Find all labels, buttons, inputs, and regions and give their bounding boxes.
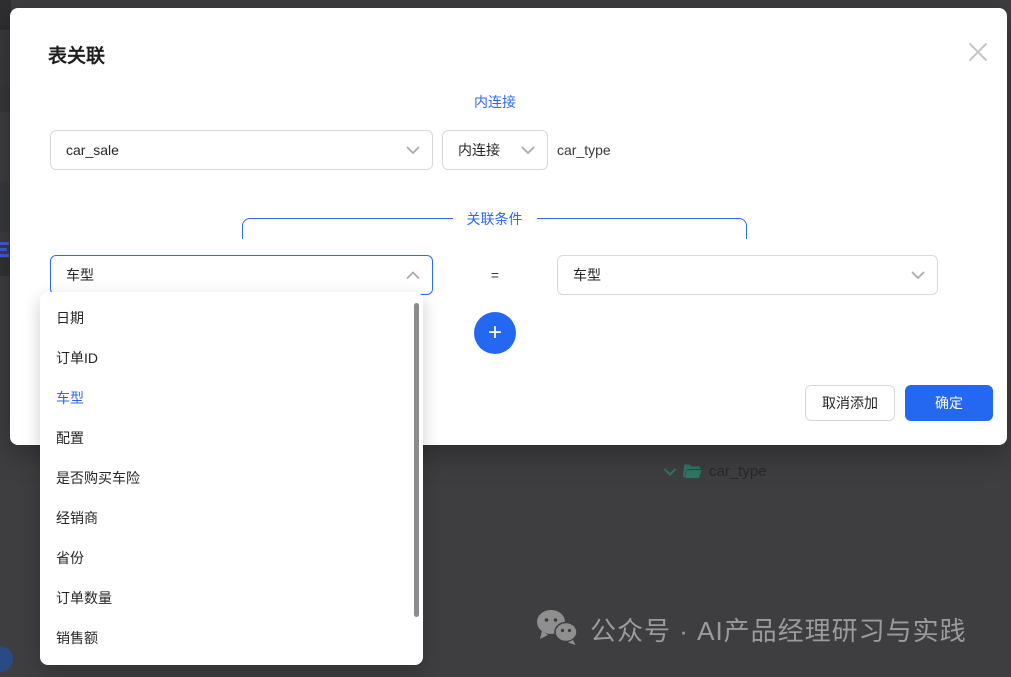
target-table-label: car_type [557,130,611,170]
source-table-select[interactable]: car_sale [50,130,433,170]
dropdown-option-label: 订单数量 [56,590,112,606]
dropdown-scrollbar[interactable] [414,303,419,617]
field-dropdown-panel: 日期 订单ID 车型 配置 是否购买车险 经销商 省份 订单数量 销售额 [40,292,423,665]
right-field-value: 车型 [573,265,911,285]
equals-operator: = [470,255,520,295]
confirm-button[interactable]: 确定 [905,385,993,421]
join-condition-legend: 关联条件 [453,209,537,229]
dropdown-option-label: 订单ID [56,350,98,366]
background-clipped-text [0,239,9,259]
chevron-down-icon [406,146,420,155]
chevron-up-icon [406,271,420,280]
dropdown-option-label: 省份 [56,550,84,566]
dropdown-option-label: 是否购买车险 [56,470,140,486]
watermark: 公众号 · AI产品经理研习与实践 [536,609,967,650]
dropdown-option-label: 车型 [56,390,84,406]
dropdown-option[interactable]: 销售额 [40,618,423,658]
folder-open-icon [683,464,702,479]
dropdown-option[interactable]: 车型 [40,378,423,418]
dropdown-option[interactable]: 配置 [40,418,423,458]
tree-item-label: car_type [709,463,767,480]
watermark-text: 公众号 · AI产品经理研习与实践 [590,611,967,648]
chevron-down-icon [664,468,676,476]
join-type-link[interactable]: 内连接 [50,92,940,112]
wechat-icon [536,609,578,650]
right-field-select[interactable]: 车型 [557,255,938,295]
dropdown-option[interactable]: 经销商 [40,498,423,538]
dropdown-option[interactable]: 日期 [40,298,423,338]
dropdown-option[interactable]: 订单数量 [40,578,423,618]
chevron-down-icon [521,146,535,155]
join-condition-group: 关联条件 [242,218,747,239]
background-tree-item-car-type: car_type [664,463,767,480]
field-dropdown-list: 日期 订单ID 车型 配置 是否购买车险 经销商 省份 订单数量 销售额 [40,298,423,658]
dropdown-option-label: 销售额 [56,630,98,646]
left-field-select[interactable]: 车型 [50,255,433,295]
cancel-button[interactable]: 取消添加 [805,385,895,421]
join-type-select[interactable]: 内连接 [442,130,548,170]
source-table-value: car_sale [66,142,406,158]
screen: car_type 公众号 · AI产品经理研习与实践 表关联 内连接 car_s… [0,0,1011,677]
add-condition-button[interactable]: + [474,312,516,354]
join-type-value: 内连接 [458,140,521,160]
dropdown-option[interactable]: 是否购买车险 [40,458,423,498]
close-icon[interactable] [958,32,998,72]
dropdown-option-label: 经销商 [56,510,98,526]
dropdown-option[interactable]: 省份 [40,538,423,578]
dropdown-option[interactable]: 订单ID [40,338,423,378]
left-field-value: 车型 [66,265,406,285]
dropdown-option-label: 日期 [56,310,84,326]
modal-title: 表关联 [48,41,105,68]
dropdown-option-label: 配置 [56,430,84,446]
chevron-down-icon [911,271,925,280]
background-floating-button [0,646,13,672]
